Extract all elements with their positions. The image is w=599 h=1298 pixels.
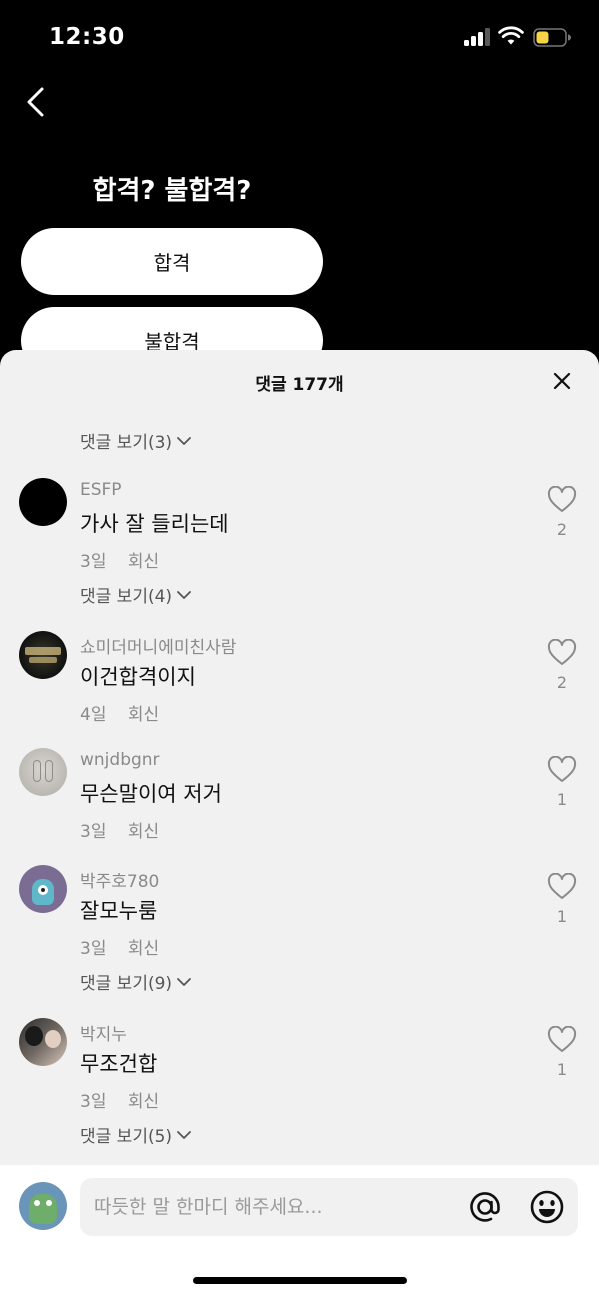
like-count: 1: [556, 1060, 568, 1079]
comment-age: 3일: [80, 939, 107, 959]
heart-icon: [547, 755, 577, 782]
my-avatar: [19, 1182, 67, 1230]
heart-icon: [547, 1025, 577, 1052]
chevron-down-icon: [177, 590, 191, 599]
view-replies-button[interactable]: 댓글 보기(4): [80, 582, 192, 607]
comment-input[interactable]: [94, 1178, 454, 1236]
comment-username[interactable]: 쇼미더머니에미친사람: [80, 633, 236, 658]
quiz-title: 합격? 불합격?: [92, 176, 252, 206]
option-pass-button[interactable]: 합격: [21, 228, 323, 295]
comment-meta: 3일 회신: [80, 547, 159, 572]
like-count: 2: [556, 520, 568, 539]
comment-text: 무슨말이여 저거: [80, 782, 222, 806]
comment-meta: 3일 회신: [80, 817, 159, 842]
view-replies-button[interactable]: 댓글 보기(5): [80, 1122, 192, 1147]
comment-username[interactable]: wnjdbgnr: [80, 750, 160, 770]
like-count: 1: [556, 907, 568, 926]
heart-icon: [547, 638, 577, 665]
status-bar: 12:30: [0, 0, 599, 80]
comment-meta: 4일 회신: [80, 700, 159, 725]
signal-icon: [464, 28, 490, 46]
back-icon[interactable]: [22, 86, 52, 118]
avatar[interactable]: [19, 631, 67, 679]
reply-button[interactable]: 회신: [128, 822, 159, 842]
view-replies-button[interactable]: 댓글 보기(9): [80, 969, 192, 994]
close-icon[interactable]: [552, 371, 572, 391]
like-button[interactable]: 1: [546, 755, 578, 809]
chevron-down-icon: [177, 1130, 191, 1139]
avatar[interactable]: [19, 478, 67, 526]
comment-text: 잘모누룸: [80, 899, 158, 923]
avatar[interactable]: [19, 865, 67, 913]
comment-username[interactable]: 박주호780: [80, 867, 159, 892]
like-count: 1: [556, 790, 568, 809]
status-time: 12:30: [49, 24, 125, 50]
like-count: 2: [556, 673, 568, 692]
mention-icon[interactable]: [466, 1188, 504, 1226]
reply-button[interactable]: 회신: [128, 705, 159, 725]
comment-composer: [0, 1165, 599, 1298]
reply-button[interactable]: 회신: [128, 939, 159, 959]
like-button[interactable]: 2: [546, 638, 578, 692]
heart-icon: [547, 872, 577, 899]
avatar[interactable]: [19, 1018, 67, 1066]
avatar[interactable]: [19, 748, 67, 796]
sheet-title: 댓글 177개: [255, 375, 344, 395]
comment-input-box: [80, 1178, 578, 1236]
comment-text: 이건합격이지: [80, 665, 196, 689]
comment-username[interactable]: ESFP: [80, 480, 122, 500]
home-indicator: [193, 1277, 407, 1284]
comment-age: 4일: [80, 705, 107, 725]
reply-button[interactable]: 회신: [128, 1092, 159, 1112]
comment-age: 3일: [80, 1092, 107, 1112]
chevron-down-icon: [177, 977, 191, 986]
comment-meta: 3일 회신: [80, 1087, 159, 1112]
like-button[interactable]: 1: [546, 1025, 578, 1079]
comment-username[interactable]: 박지누: [80, 1020, 127, 1045]
chevron-down-icon: [177, 436, 191, 445]
comment-text: 무조건합: [80, 1052, 158, 1076]
view-replies-button[interactable]: 댓글 보기(3): [80, 428, 192, 453]
comments-sheet: 댓글 177개 댓글 보기(3) ESFP 가사 잘 들리는데 3일 회신 2 …: [0, 350, 599, 1165]
like-button[interactable]: 2: [546, 485, 578, 539]
heart-icon: [547, 485, 577, 512]
reply-button[interactable]: 회신: [128, 552, 159, 572]
wifi-icon: [498, 26, 524, 45]
comment-text: 가사 잘 들리는데: [80, 512, 229, 536]
like-button[interactable]: 1: [546, 872, 578, 926]
battery-icon: [533, 28, 571, 47]
comment-meta: 3일 회신: [80, 934, 159, 959]
comment-age: 3일: [80, 552, 107, 572]
comment-age: 3일: [80, 822, 107, 842]
emoji-icon[interactable]: [528, 1188, 566, 1226]
